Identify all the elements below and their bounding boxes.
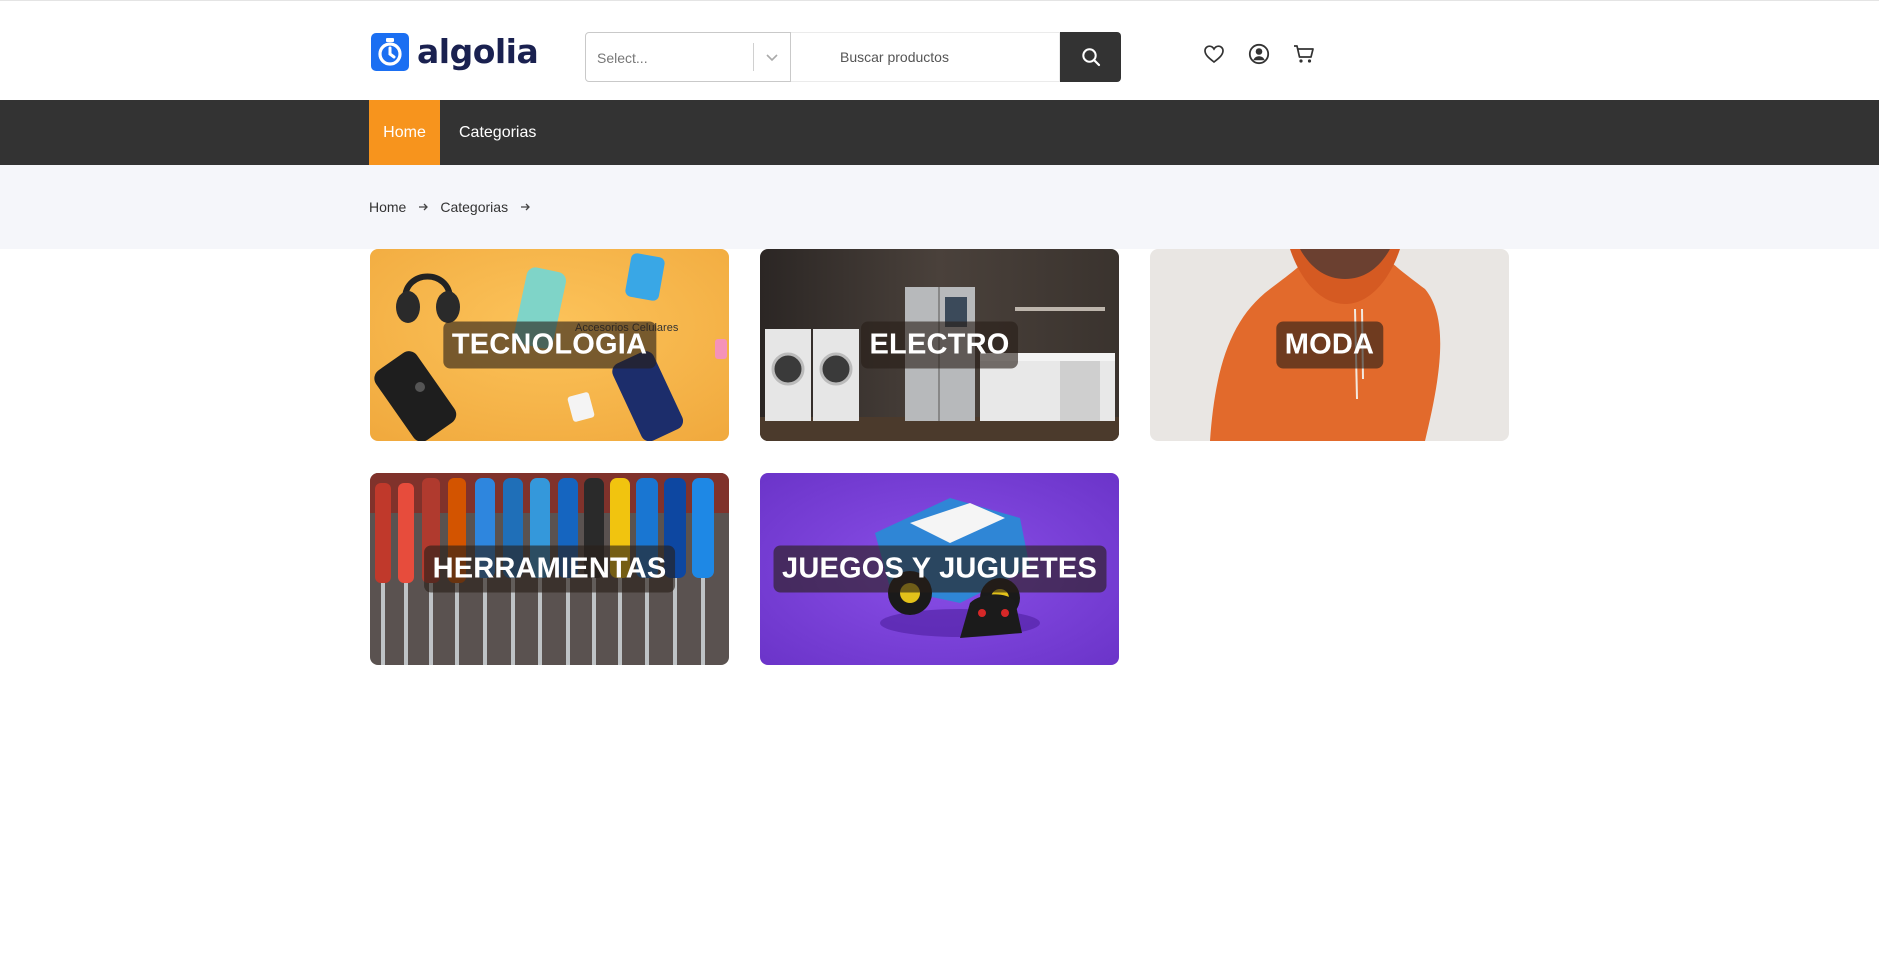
nav-item-home[interactable]: Home	[369, 100, 440, 165]
arrow-right-icon	[519, 201, 531, 213]
cart-button[interactable]	[1291, 41, 1317, 67]
category-label: MODA	[1275, 321, 1384, 369]
breadcrumb-band: Home Categorias	[0, 165, 1879, 249]
cart-icon	[1294, 45, 1314, 63]
category-label: HERRAMIENTAS	[423, 545, 676, 593]
wishlist-button[interactable]	[1201, 41, 1227, 67]
main-nav: Home Categorias	[0, 100, 1879, 165]
stopwatch-icon	[371, 33, 409, 71]
account-button[interactable]	[1246, 41, 1272, 67]
category-label: TECNOLOGIA	[442, 321, 657, 369]
nav-item-categorias[interactable]: Categorias	[459, 100, 536, 165]
category-tile-moda[interactable]: MODA	[1150, 249, 1509, 441]
category-label: JUEGOS Y JUGUETES	[773, 545, 1106, 593]
breadcrumb-categorias[interactable]: Categorias	[440, 199, 508, 215]
chevron-down-icon[interactable]	[764, 49, 780, 65]
arrow-right-icon	[417, 201, 429, 213]
user-icon	[1248, 43, 1270, 65]
search-icon	[1081, 48, 1100, 67]
category-tile-electro[interactable]: ELECTRO	[760, 249, 1119, 441]
site-header: algolia Select...	[0, 1, 1879, 100]
category-label: ELECTRO	[860, 321, 1019, 369]
logo-text: algolia	[417, 32, 539, 71]
breadcrumb-home[interactable]: Home	[369, 199, 406, 215]
search-button[interactable]	[1060, 32, 1121, 82]
category-tile-tecnologia[interactable]: Accesorios Celulares TECNOLOGIA	[370, 249, 729, 441]
category-tile-herramientas[interactable]: HERRAMIENTAS	[370, 473, 729, 665]
breadcrumb: Home Categorias	[369, 199, 542, 215]
algolia-logo[interactable]: algolia	[371, 32, 539, 71]
category-select[interactable]: Select...	[585, 32, 791, 82]
select-placeholder: Select...	[597, 50, 648, 66]
heart-icon	[1204, 45, 1224, 64]
select-separator	[753, 43, 754, 71]
search-input[interactable]	[791, 32, 1060, 82]
category-tile-juegos-y-juguetes[interactable]: JUEGOS Y JUGUETES	[760, 473, 1119, 665]
